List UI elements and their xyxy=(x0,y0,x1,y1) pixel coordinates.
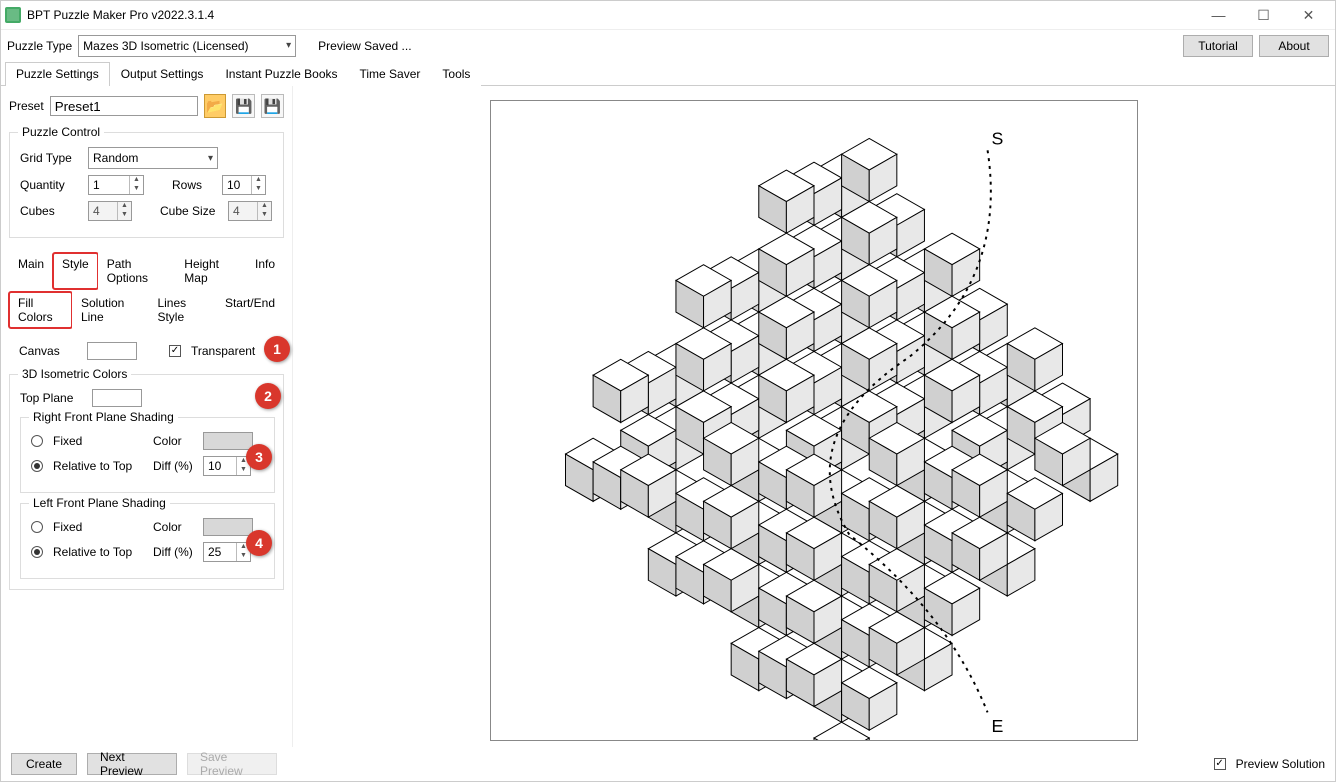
tab-puzzle-settings[interactable]: Puzzle Settings xyxy=(5,62,110,86)
puzzle-type-label: Puzzle Type xyxy=(7,39,72,53)
save-as-icon[interactable]: 💾 xyxy=(261,94,284,118)
tab-time-saver[interactable]: Time Saver xyxy=(349,62,432,86)
puzzle-type-select[interactable]: Mazes 3D Isometric (Licensed) ▾ xyxy=(78,35,296,57)
subtab-lines-style[interactable]: Lines Style xyxy=(148,292,216,328)
left-fixed-label: Fixed xyxy=(53,520,143,534)
preset-label: Preset xyxy=(9,99,44,113)
subtab-style[interactable]: Style xyxy=(53,253,98,289)
annotation-badge-1: 1 xyxy=(264,336,290,362)
cube-size-label: Cube Size xyxy=(160,204,218,218)
right-color-swatch[interactable] xyxy=(203,432,253,450)
status-text: Preview Saved ... xyxy=(318,39,411,53)
cube-size-stepper: ▲▼ xyxy=(228,201,272,221)
iso-colors-group: 3D Isometric Colors Top Plane 2 Right Fr… xyxy=(9,374,284,590)
next-preview-button[interactable]: Next Preview xyxy=(87,753,177,775)
subtab-start-end[interactable]: Start/End xyxy=(216,292,284,328)
puzzle-type-value: Mazes 3D Isometric (Licensed) xyxy=(83,39,248,53)
create-button[interactable]: Create xyxy=(11,753,77,775)
annotation-badge-2: 2 xyxy=(255,383,281,409)
rows-stepper[interactable]: ▲▼ xyxy=(222,175,266,195)
close-button[interactable]: ✕ xyxy=(1286,1,1331,29)
left-panel: Preset 📂 💾 💾 Puzzle Control Grid Type Ra… xyxy=(1,86,293,747)
top-plane-label: Top Plane xyxy=(20,391,82,405)
left-diff-stepper[interactable]: ▲▼ xyxy=(203,542,251,562)
right-diff-label: Diff (%) xyxy=(153,459,193,473)
subtab-path-options[interactable]: Path Options xyxy=(98,253,176,289)
app-icon xyxy=(5,7,21,23)
left-relative-label: Relative to Top xyxy=(53,545,143,559)
transparent-label: Transparent xyxy=(191,344,255,358)
subtab-height-map[interactable]: Height Map xyxy=(175,253,246,289)
canvas-label: Canvas xyxy=(19,344,77,358)
window-title: BPT Puzzle Maker Pro v2022.3.1.4 xyxy=(27,8,1196,22)
minimize-button[interactable]: — xyxy=(1196,1,1241,29)
subtab-info[interactable]: Info xyxy=(246,253,284,289)
end-marker: E xyxy=(992,716,1004,736)
tutorial-button[interactable]: Tutorial xyxy=(1183,35,1253,57)
preview-area: S E xyxy=(293,86,1335,747)
rows-label: Rows xyxy=(172,178,212,192)
transparent-checkbox[interactable] xyxy=(169,345,181,357)
save-preview-button: Save Preview xyxy=(187,753,277,775)
right-diff-stepper[interactable]: ▲▼ xyxy=(203,456,251,476)
right-shading-group: Right Front Plane Shading Fixed Color Re… xyxy=(20,417,275,493)
puzzle-control-legend: Puzzle Control xyxy=(18,125,104,139)
cubes-stepper: ▲▼ xyxy=(88,201,132,221)
subtab-main[interactable]: Main xyxy=(9,253,53,289)
left-relative-radio[interactable] xyxy=(31,546,43,558)
puzzle-control-group: Puzzle Control Grid Type Random▾ Quantit… xyxy=(9,132,284,238)
maze-preview-canvas: S E xyxy=(490,100,1138,741)
left-shading-group: Left Front Plane Shading Fixed Color Rel… xyxy=(20,503,275,579)
left-color-label: Color xyxy=(153,520,193,534)
preview-solution-checkbox[interactable] xyxy=(1214,758,1226,770)
start-marker: S xyxy=(992,128,1004,148)
tab-output-settings[interactable]: Output Settings xyxy=(110,62,215,86)
open-folder-icon[interactable]: 📂 xyxy=(204,94,227,118)
right-fixed-radio[interactable] xyxy=(31,435,43,447)
canvas-color-swatch[interactable] xyxy=(87,342,137,360)
subtab-fill-colors[interactable]: Fill Colors xyxy=(9,292,72,328)
quantity-label: Quantity xyxy=(20,178,78,192)
titlebar: BPT Puzzle Maker Pro v2022.3.1.4 — ☐ ✕ xyxy=(1,1,1335,29)
chevron-down-icon: ▾ xyxy=(208,153,213,164)
top-plane-swatch[interactable] xyxy=(92,389,142,407)
chevron-down-icon: ▾ xyxy=(286,40,291,51)
tab-tools[interactable]: Tools xyxy=(431,62,481,86)
cubes-label: Cubes xyxy=(20,204,78,218)
settings-tab-strip: Main Style Path Options Height Map Info xyxy=(9,252,284,289)
right-shading-legend: Right Front Plane Shading xyxy=(29,410,178,424)
main-tab-strip: Puzzle Settings Output Settings Instant … xyxy=(1,61,1335,86)
preview-solution-label: Preview Solution xyxy=(1236,757,1325,771)
iso-colors-legend: 3D Isometric Colors xyxy=(18,367,131,381)
top-toolbar: Puzzle Type Mazes 3D Isometric (Licensed… xyxy=(1,29,1335,61)
maximize-button[interactable]: ☐ xyxy=(1241,1,1286,29)
right-relative-label: Relative to Top xyxy=(53,459,143,473)
save-icon[interactable]: 💾 xyxy=(232,94,255,118)
right-relative-radio[interactable] xyxy=(31,460,43,472)
grid-type-select[interactable]: Random▾ xyxy=(88,147,218,169)
annotation-badge-3: 3 xyxy=(246,444,272,470)
tab-instant-puzzle-books[interactable]: Instant Puzzle Books xyxy=(214,62,348,86)
grid-type-label: Grid Type xyxy=(20,151,78,165)
left-fixed-radio[interactable] xyxy=(31,521,43,533)
annotation-badge-4: 4 xyxy=(246,530,272,556)
left-diff-label: Diff (%) xyxy=(153,545,193,559)
left-color-swatch[interactable] xyxy=(203,518,253,536)
right-fixed-label: Fixed xyxy=(53,434,143,448)
about-button[interactable]: About xyxy=(1259,35,1329,57)
footer-bar: Create Next Preview Save Preview Preview… xyxy=(1,747,1335,781)
left-shading-legend: Left Front Plane Shading xyxy=(29,496,170,510)
style-tab-strip: Fill Colors Solution Line Lines Style St… xyxy=(9,291,284,328)
quantity-stepper[interactable]: ▲▼ xyxy=(88,175,144,195)
right-color-label: Color xyxy=(153,434,193,448)
preset-input[interactable] xyxy=(50,96,198,116)
subtab-solution-line[interactable]: Solution Line xyxy=(72,292,149,328)
